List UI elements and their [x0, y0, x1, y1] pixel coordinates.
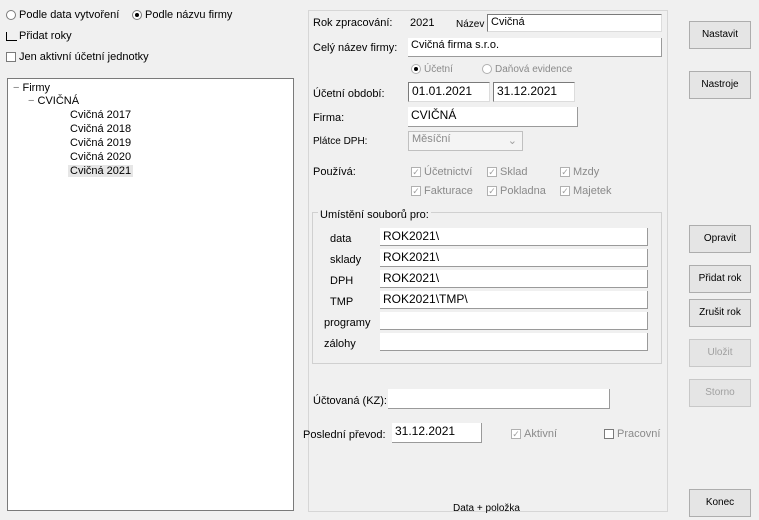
ucet-input[interactable] [388, 389, 610, 409]
obdobi-label: Účetní období: [313, 88, 385, 100]
path-label: data [330, 233, 352, 245]
add-year-button[interactable]: Přidat rok [689, 265, 751, 293]
path-tmp-input[interactable]: ROK2021\TMP\ [380, 291, 648, 309]
tree-year-item[interactable]: Cvičná 2019 [70, 137, 131, 149]
checkbox-sklad[interactable]: ✓ Sklad [487, 166, 528, 178]
nastroje-button[interactable]: Nastroje [689, 71, 751, 99]
radio-indicator [411, 64, 421, 75]
tree-year-item[interactable]: Cvičná 2018 [70, 123, 131, 135]
company-tree[interactable]: − Firmy − CVIČNÁ Cvičná 2017 Cvičná 2018… [7, 78, 294, 511]
rok-label: Rok zpracování: [313, 17, 393, 29]
checkbox-indicator: ✓ [411, 167, 421, 178]
checkbox-indicator: ✓ [487, 167, 497, 178]
collapse-icon: − [28, 95, 35, 107]
exit-button[interactable]: Konec [689, 489, 751, 517]
radio-ucetni[interactable]: Účetní [411, 64, 453, 75]
path-label: programy [324, 317, 371, 329]
dph-label: Plátce DPH: [313, 136, 368, 147]
paths-group-title: Umístění souborů pro: [318, 209, 431, 221]
radio-indicator [482, 64, 492, 75]
checkbox-indicator: ✓ [411, 186, 421, 197]
checkbox-indicator: ✓ [560, 186, 570, 197]
obdobi-to-input[interactable]: 31.12.2021 [493, 82, 575, 102]
radio-sort-by-date[interactable]: Podle data vytvoření [6, 9, 119, 21]
radio-sort-by-company[interactable]: Podle názvu firmy [132, 9, 232, 21]
path-label: sklady [330, 254, 362, 266]
nazev-label: Název [456, 19, 485, 30]
radio-indicator [132, 10, 142, 21]
save-button[interactable]: Uložit [689, 339, 751, 367]
checkbox-majetek[interactable]: ✓ Majetek [560, 185, 612, 197]
rok-value: 2021 [410, 17, 435, 29]
posledni-input[interactable]: 31.12.2021 [392, 423, 482, 443]
path-zalohy-input[interactable] [380, 333, 648, 351]
path-label: DPH [330, 275, 354, 287]
checkbox-indicator: ✓ [560, 167, 570, 178]
obdobi-from-input[interactable]: 01.01.2021 [408, 82, 490, 102]
path-label: TMP [330, 296, 354, 308]
checkbox-indicator: ✓ [487, 186, 497, 197]
checkbox-indicator [604, 429, 614, 440]
path-data-input[interactable]: ROK2021\ [380, 228, 648, 246]
path-sklady-input[interactable]: ROK2021\ [380, 249, 648, 267]
firma-label: Firma: [313, 112, 345, 124]
chevron-down-icon: ⌄ [507, 135, 517, 147]
path-dph-input[interactable]: ROK2021\ [380, 270, 648, 288]
checkbox-indicator: ✓ [511, 429, 521, 440]
checkbox-mzdy[interactable]: ✓ Mzdy [560, 166, 599, 178]
posledni-label: Poslední převod: [303, 429, 386, 441]
full-name-label: Celý název firmy: [313, 42, 398, 54]
ucet-label: Účtovaná (KZ): [313, 395, 387, 407]
checkbox-indicator [6, 52, 16, 63]
remove-year-button[interactable]: Zrušit rok [689, 299, 751, 327]
inactive-checkbox[interactable]: Jen aktivní účetní jednotky [6, 51, 149, 63]
nastavit-button[interactable]: Nastavit [689, 21, 751, 49]
collapse-icon: − [13, 82, 20, 94]
dph-select[interactable]: Měsíční ⌄ [408, 131, 523, 151]
years-icon [6, 31, 17, 41]
tree-root[interactable]: − Firmy [13, 82, 50, 94]
path-programy-input[interactable] [380, 312, 648, 330]
show-years-toggle[interactable]: Přidat roky [6, 30, 72, 42]
firma-input[interactable]: CVIČNÁ [408, 107, 578, 127]
tree-year-item[interactable]: Cvičná 2017 [70, 109, 131, 121]
checkbox-fakturace[interactable]: ✓ Fakturace [411, 185, 473, 197]
radio-danova[interactable]: Daňová evidence [482, 64, 572, 75]
checkbox-aktivni[interactable]: ✓ Aktivní [511, 428, 557, 440]
footer-label: Data + položka [453, 503, 520, 514]
radio-indicator [6, 10, 16, 21]
checkbox-ucetnictvi[interactable]: ✓ Účetnictví [411, 166, 472, 178]
tree-company[interactable]: − CVIČNÁ [28, 95, 79, 107]
path-label: zálohy [324, 338, 356, 350]
moduly-label: Používá: [313, 166, 356, 178]
tree-year-item[interactable]: Cvičná 2020 [70, 151, 131, 163]
cancel-button[interactable]: Storno [689, 379, 751, 407]
nazev-input[interactable]: Cvičná [487, 14, 662, 32]
full-name-input[interactable]: Cvičná firma s.r.o. [408, 38, 662, 57]
opravit-button[interactable]: Opravit [689, 225, 751, 253]
tree-year-item-selected[interactable]: Cvičná 2021 [68, 165, 134, 177]
checkbox-pokladna[interactable]: ✓ Pokladna [487, 185, 546, 197]
checkbox-pracovni[interactable]: Pracovní [604, 428, 660, 440]
